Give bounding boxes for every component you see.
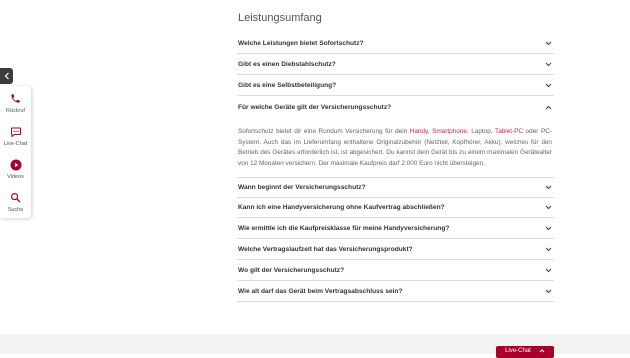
faq-question: Für welche Geräte gilt der Versicherungs… [238,103,392,111]
faq-question: Welche Leistungen bietet Sofortschutz? [238,40,364,47]
faq-item[interactable]: Wie alt darf das Gerät beim Vertragsabsc… [237,282,554,302]
faq-item[interactable]: Gibt es eine Selbstbeteiligung? [237,76,554,96]
faq-item[interactable]: Wie ermittle ich die Kaufpreisklasse für… [237,219,554,239]
faq-item-expanded[interactable]: Für welche Geräte gilt der Versicherungs… [237,97,554,117]
faq-question: Wann beginnt der Versicherungsschutz? [238,184,366,191]
chevron-down-icon [544,204,552,212]
faq-item[interactable]: Kann ich eine Handyversicherung ohne Kau… [237,198,554,218]
chevron-down-icon [544,61,552,69]
faq-question: Gibt es eine Selbstbeteiligung? [238,82,337,89]
faq-question: Wie ermittle ich die Kaufpreisklasse für… [238,225,450,232]
chevron-down-icon [544,40,552,48]
chevron-down-icon [544,288,552,296]
faq-item[interactable]: Gibt es einen Diebstahlschutz? [237,55,554,75]
chevron-down-icon [544,246,552,254]
answer-text: Sofortschutz bietet dir eine Rundum Vers… [238,128,410,135]
faq-question: Kann ich eine Handyversicherung ohne Kau… [238,204,445,211]
chevron-down-icon [544,267,552,275]
contact-sidebar: Rückruf Live-Chat Videos Suche [0,86,31,218]
answer-text: , Laptop, [466,128,495,135]
sidebar-item-suche[interactable]: Suche [0,187,31,218]
phone-icon [11,94,20,103]
chevron-up-icon [544,103,552,111]
sidebar-item-videos[interactable]: Videos [0,154,31,185]
section-title: Leistungsumfang [238,12,322,24]
play-icon [10,159,21,170]
sidebar-item-rueckruf[interactable]: Rückruf [0,88,31,119]
chevron-up-icon [539,349,545,353]
answer-link-handy[interactable]: Handy [410,128,428,135]
chevron-down-icon [544,82,552,90]
sidebar-item-label: Live-Chat [3,141,28,147]
faq-question: Gibt es einen Diebstahlschutz? [238,61,336,68]
chat-icon [10,127,21,138]
faq-item[interactable]: Wann beginnt der Versicherungsschutz? [237,177,554,198]
chevron-left-icon [4,72,9,80]
search-icon [11,193,21,203]
sidebar-toggle[interactable] [0,68,13,84]
faq-question: Wo gilt der Versicherungsschutz? [238,267,345,274]
faq-item[interactable]: Welche Vertragslaufzeit hat das Versiche… [237,240,554,260]
faq-answer: Sofortschutz bietet dir eine Rundum Vers… [238,127,552,169]
faq-item[interactable]: Wo gilt der Versicherungsschutz? [237,261,554,281]
faq-item[interactable]: Welche Leistungen bietet Sofortschutz? [237,34,554,54]
live-chat-button[interactable]: Live-Chat [496,346,554,358]
sidebar-item-label: Videos [7,174,24,180]
chevron-down-icon [544,184,552,192]
sidebar-item-label: Rückruf [6,108,25,114]
sidebar-item-live-chat[interactable]: Live-Chat [0,121,31,152]
sidebar-item-label: Suche [7,207,24,213]
answer-link-smartphone[interactable]: Smartphone [432,128,467,135]
answer-link-tablet-pc[interactable]: Tablet-PC [495,128,523,135]
live-chat-button-label: Live-Chat [505,348,531,354]
faq-question: Welche Vertragslaufzeit hat das Versiche… [238,246,413,253]
faq-question: Wie alt darf das Gerät beim Vertragsabsc… [238,288,403,295]
chevron-down-icon [544,225,552,233]
